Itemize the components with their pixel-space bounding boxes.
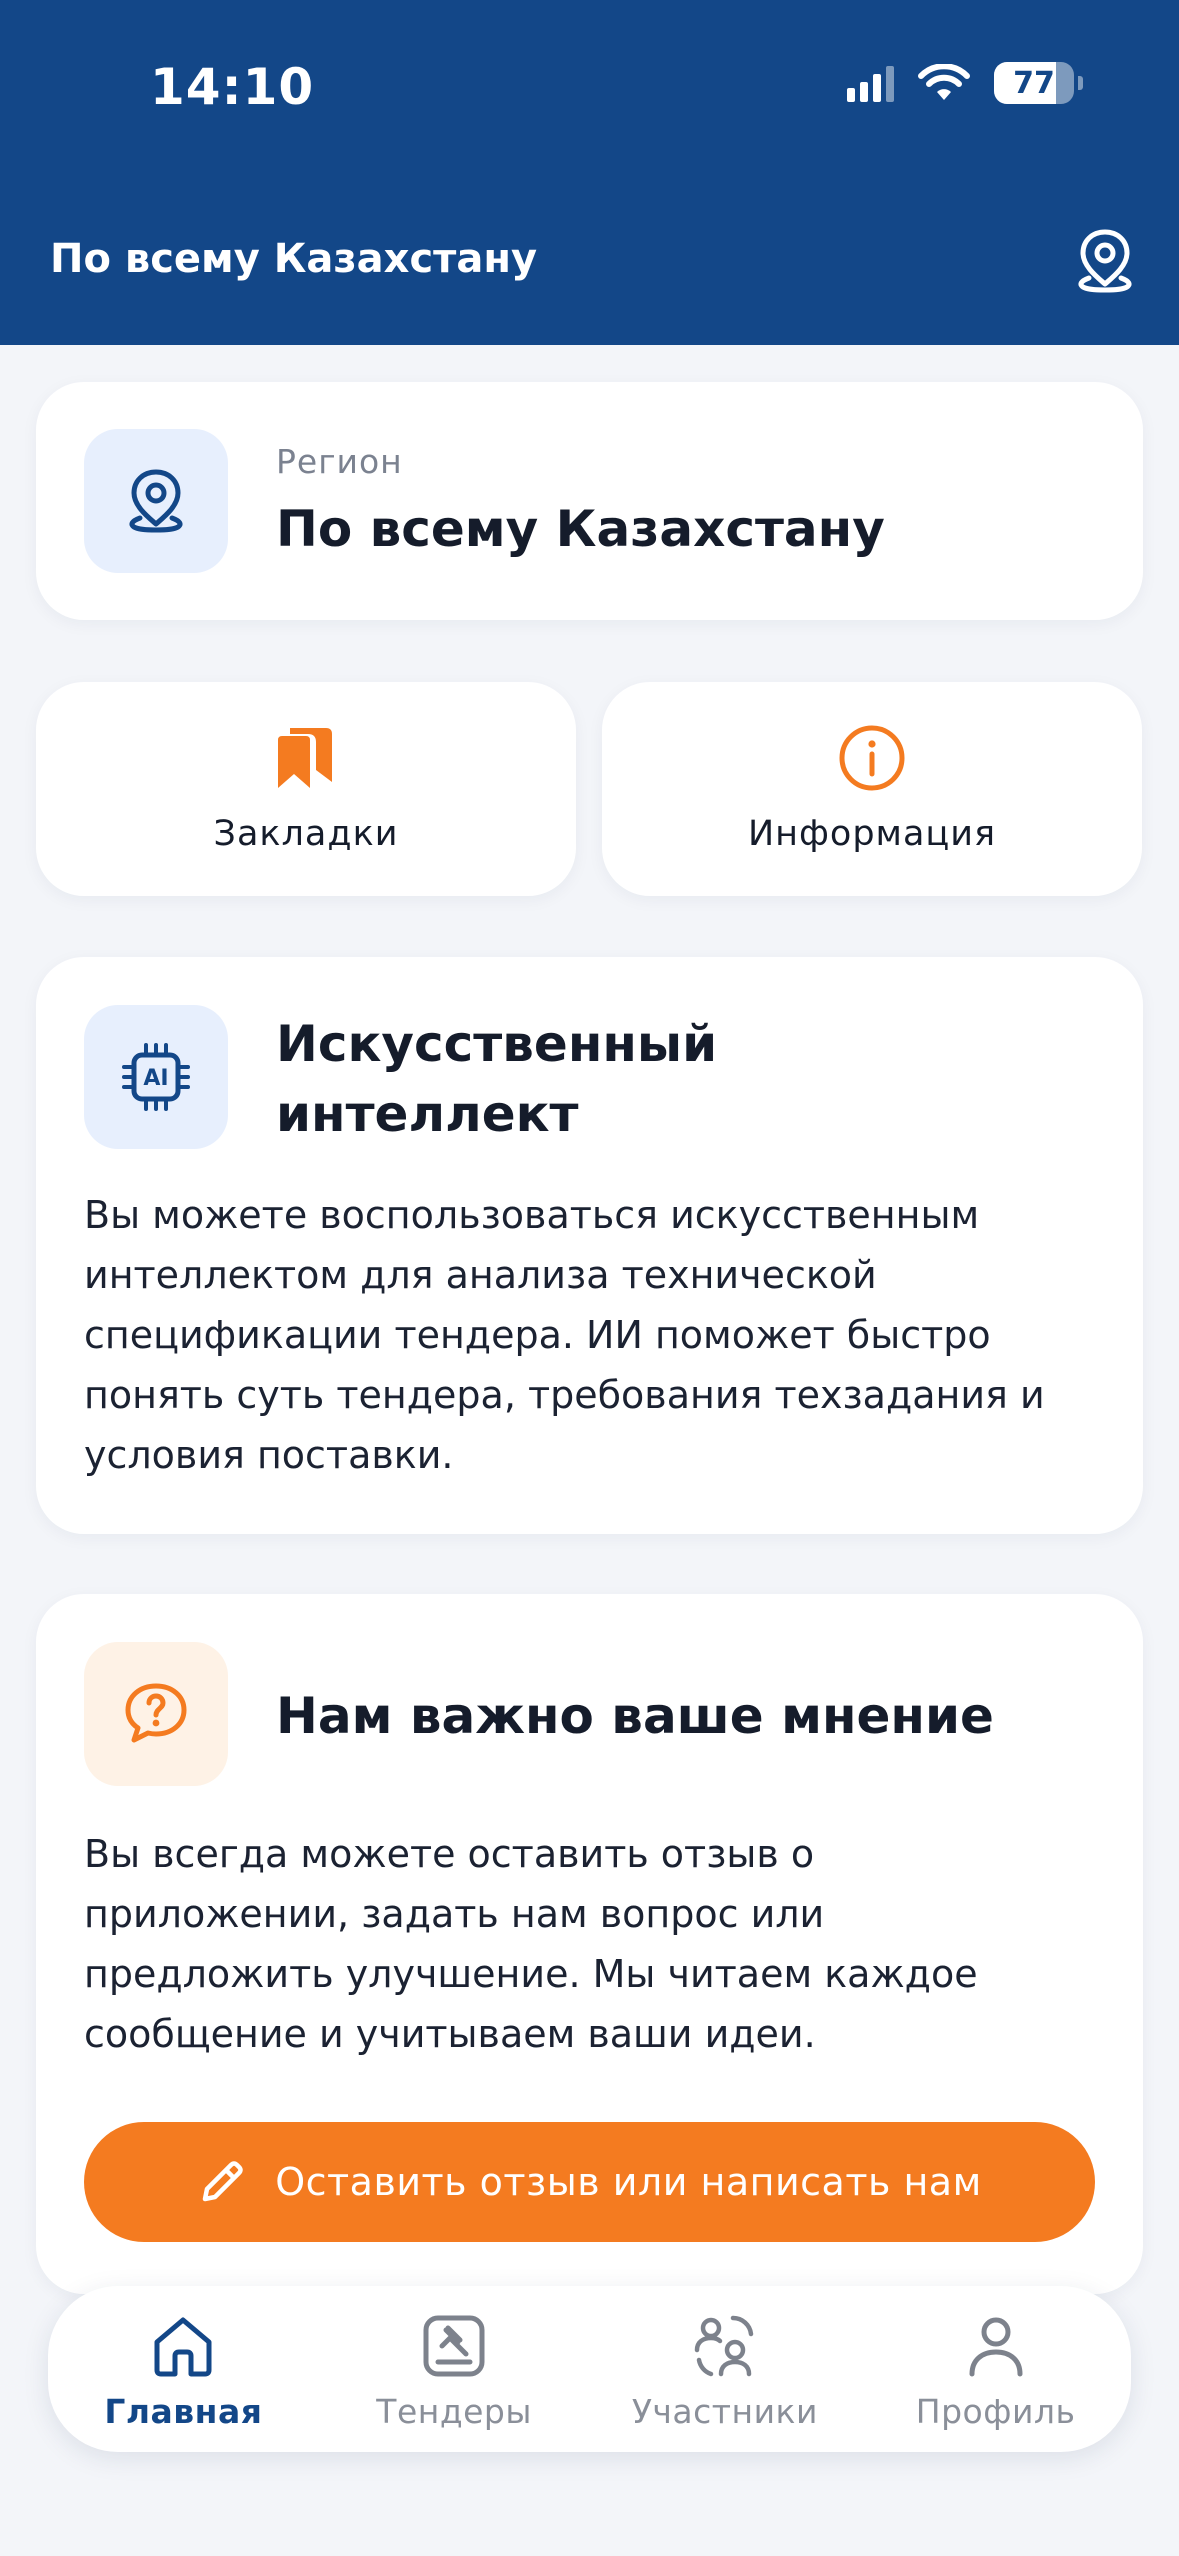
info-icon [839, 725, 905, 791]
ai-card-description: Вы можете воспользоваться искусственным … [84, 1185, 1095, 1485]
ai-card-title-line1: Искусственный [276, 1015, 718, 1073]
region-card[interactable]: Регион По всему Казахстану [36, 382, 1143, 620]
ai-text-line: Вы можете воспользоваться искусственным [84, 1193, 980, 1237]
ai-chip-icon: AI [122, 1043, 190, 1111]
bookmarks-button[interactable]: Закладки [36, 682, 576, 896]
region-value: По всему Казахстану [276, 500, 885, 558]
battery-icon: 77 [994, 62, 1074, 104]
home-screen: 14:10 77 По всему Казахстану Регион По в… [0, 0, 1179, 2556]
bookmarks-icon [278, 728, 332, 788]
feedback-card-description: Вы всегда можете оставить отзыв о прилож… [84, 1824, 1095, 2064]
information-button[interactable]: Информация [602, 682, 1142, 896]
status-icons: 77 [847, 62, 1083, 104]
ai-text-line: понять суть тендера, требования техзадан… [84, 1373, 1045, 1417]
tenders-icon [423, 2315, 485, 2377]
question-chat-icon [125, 1683, 187, 1743]
feedback-text-line: предложить улучшение. Мы читаем каждое [84, 1952, 978, 1996]
nav-item-profile[interactable]: Профиль [860, 2286, 1131, 2452]
status-time: 14:10 [150, 58, 315, 116]
nav-item-home[interactable]: Главная [48, 2286, 319, 2452]
header-region-title: По всему Казахстану [50, 236, 538, 282]
feedback-text-line: приложении, задать нам вопрос или [84, 1892, 825, 1936]
region-icon-tile [84, 429, 228, 573]
map-pin-icon[interactable] [1073, 226, 1137, 296]
bottom-navigation: Главная Тендеры Участники Профиль [48, 2286, 1131, 2452]
nav-label-profile: Профиль [915, 2392, 1076, 2431]
feedback-text-line: Вы всегда можете оставить отзыв о [84, 1832, 815, 1876]
map-pin-icon [129, 469, 183, 533]
wifi-icon [918, 64, 970, 100]
leave-feedback-label: Оставить отзыв или написать нам [275, 2160, 982, 2204]
feedback-icon-tile [84, 1642, 228, 1786]
ai-card-title-line2: интеллект [276, 1085, 579, 1143]
leave-feedback-button[interactable]: Оставить отзыв или написать нам [84, 2122, 1095, 2242]
ai-text-line: условия поставки. [84, 1433, 454, 1477]
nav-item-participants[interactable]: Участники [590, 2286, 861, 2452]
cellular-signal-icon [847, 64, 894, 102]
battery-percent: 77 [1013, 65, 1055, 101]
ai-card[interactable]: AI Искусственный интеллект Вы можете вос… [36, 957, 1143, 1534]
nav-label-home: Главная [104, 2392, 263, 2431]
ai-text-line: интеллектом для анализа технической [84, 1253, 877, 1297]
ai-icon-tile: AI [84, 1005, 228, 1149]
nav-item-tenders[interactable]: Тендеры [319, 2286, 590, 2452]
participants-icon [694, 2315, 754, 2377]
profile-icon [969, 2317, 1023, 2377]
information-label: Информация [747, 814, 997, 854]
bookmarks-label: Закладки [213, 814, 399, 854]
feedback-text-line: сообщение и учитываем ваши идеи. [84, 2012, 816, 2056]
region-label: Регион [276, 442, 403, 481]
feedback-card-title: Нам важно ваше мнение [276, 1687, 994, 1745]
ai-chip-text: AI [143, 1066, 168, 1091]
app-header: 14:10 77 По всему Казахстану [0, 0, 1179, 345]
battery-tip [1078, 76, 1083, 90]
feedback-card: Нам важно ваше мнение Вы всегда можете о… [36, 1594, 1143, 2294]
pencil-icon [202, 2161, 243, 2202]
home-icon [154, 2317, 212, 2377]
ai-text-line: спецификации тендера. ИИ поможет быстро [84, 1313, 991, 1357]
nav-label-participants: Участники [631, 2392, 818, 2431]
nav-label-tenders: Тендеры [376, 2392, 532, 2431]
